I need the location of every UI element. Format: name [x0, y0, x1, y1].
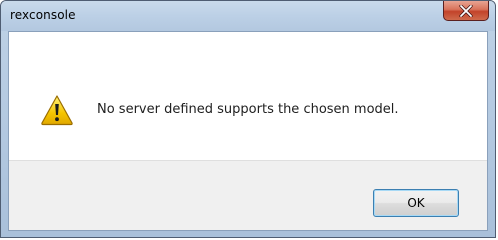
- close-button[interactable]: [443, 1, 489, 21]
- window-title: rexconsole: [10, 8, 76, 22]
- message-text: No server defined supports the chosen mo…: [97, 102, 399, 117]
- dialog-window: rexconsole No server defined supports th…: [0, 0, 496, 238]
- title-bar[interactable]: rexconsole: [1, 1, 495, 31]
- dialog-client-area: No server defined supports the chosen mo…: [8, 31, 488, 231]
- ok-button[interactable]: OK: [373, 189, 459, 217]
- button-area: OK: [9, 160, 487, 230]
- warning-icon: [40, 94, 74, 126]
- close-icon: [459, 4, 473, 17]
- message-area: No server defined supports the chosen mo…: [9, 32, 487, 160]
